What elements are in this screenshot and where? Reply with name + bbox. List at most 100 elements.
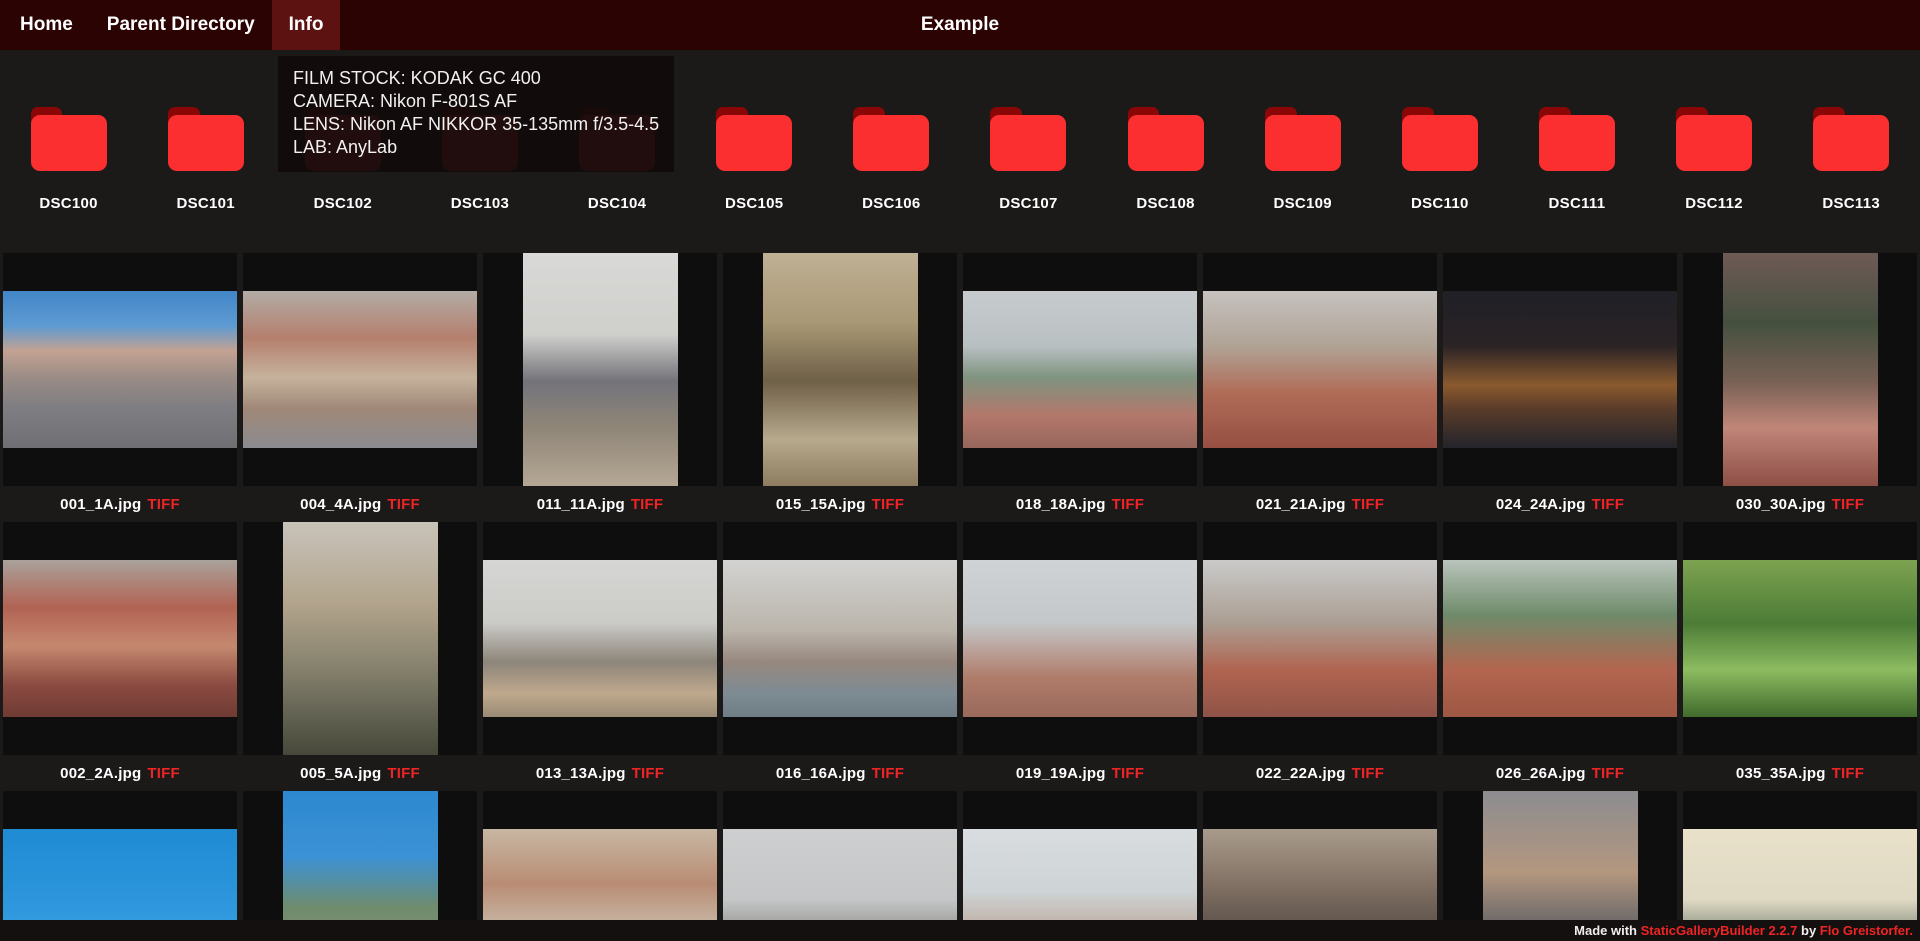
photo-tiff-link[interactable]: TIFF — [1112, 496, 1144, 513]
photo-thumbnail[interactable] — [1683, 791, 1917, 941]
folder-icon — [716, 107, 793, 171]
photo-thumbnail[interactable] — [963, 791, 1197, 941]
photo-label: 013_13A.jpg TIFF — [483, 755, 717, 791]
photo-thumbnail[interactable] — [1443, 253, 1677, 486]
photo-image — [963, 291, 1197, 448]
photo-image — [3, 560, 237, 717]
folder-label: DSC102 — [313, 195, 373, 212]
nav-item-home[interactable]: Home — [3, 0, 90, 50]
photo-tiff-link[interactable]: TIFF — [1352, 496, 1384, 513]
photo-label: 018_18A.jpg TIFF — [963, 486, 1197, 522]
footer-credit: Made with StaticGalleryBuilder 2.2.7 by … — [0, 920, 1920, 941]
photo-filename: 005_5A.jpg — [300, 764, 382, 782]
photo-card: 002_2A.jpg TIFF — [3, 522, 237, 791]
photo-thumbnail[interactable] — [723, 253, 957, 486]
photo-thumbnail[interactable] — [483, 522, 717, 755]
folder-item-dsc106[interactable]: DSC106 — [823, 107, 960, 212]
photo-thumbnail[interactable] — [243, 253, 477, 486]
folder-body-shape — [1813, 115, 1890, 171]
folder-item-dsc107[interactable]: DSC107 — [960, 107, 1097, 212]
folder-label: DSC109 — [1273, 195, 1332, 212]
photo-card: 013_13A.jpg TIFF — [483, 522, 717, 791]
folder-item-dsc101[interactable]: DSC101 — [137, 107, 274, 212]
photo-tiff-link[interactable]: TIFF — [1592, 765, 1624, 782]
folder-item-dsc100[interactable]: DSC100 — [0, 107, 137, 212]
footer-made-with-text: Made with — [1574, 923, 1641, 938]
photo-thumbnail[interactable] — [3, 253, 237, 486]
folder-icon — [990, 107, 1067, 171]
folder-body-shape — [716, 115, 793, 171]
photo-thumbnail[interactable] — [483, 791, 717, 941]
photo-filename: 013_13A.jpg — [535, 764, 626, 782]
folder-body-shape — [167, 115, 244, 171]
photo-thumbnail[interactable] — [243, 791, 477, 941]
photo-image — [1683, 560, 1917, 717]
photo-tiff-link[interactable]: TIFF — [632, 765, 664, 782]
footer-author-link[interactable]: Flo Greistorfer. — [1820, 923, 1913, 938]
folder-icon — [1401, 107, 1478, 171]
photo-thumbnail[interactable] — [723, 791, 957, 941]
photo-card: 001_1A.jpg TIFF — [3, 253, 237, 522]
folder-item-dsc108[interactable]: DSC108 — [1097, 107, 1234, 212]
photo-label: 004_4A.jpg TIFF — [243, 486, 477, 522]
photo-thumbnail[interactable] — [1683, 253, 1917, 486]
photo-filename: 018_18A.jpg — [1015, 495, 1106, 513]
folder-body-shape — [1264, 115, 1341, 171]
photo-thumbnail[interactable] — [1203, 522, 1437, 755]
nav-item-parent-directory[interactable]: Parent Directory — [90, 0, 272, 50]
photo-thumbnail[interactable] — [3, 522, 237, 755]
photo-tiff-link[interactable]: TIFF — [1832, 765, 1864, 782]
photo-tiff-link[interactable]: TIFF — [1832, 496, 1864, 513]
folder-item-dsc111[interactable]: DSC111 — [1508, 107, 1645, 212]
photo-label: 019_19A.jpg TIFF — [963, 755, 1197, 791]
photo-card — [483, 791, 717, 941]
photo-tiff-link[interactable]: TIFF — [147, 496, 179, 513]
photo-thumbnail[interactable] — [723, 522, 957, 755]
photo-thumbnail[interactable] — [483, 253, 717, 486]
photo-tiff-link[interactable]: TIFF — [387, 496, 419, 513]
photo-tiff-link[interactable]: TIFF — [387, 765, 419, 782]
folder-label: DSC104 — [587, 195, 647, 212]
photo-card: 011_11A.jpg TIFF — [483, 253, 717, 522]
photo-card — [1443, 791, 1677, 941]
photo-thumbnail[interactable] — [963, 253, 1197, 486]
photo-tiff-link[interactable]: TIFF — [1592, 496, 1624, 513]
folder-item-dsc109[interactable]: DSC109 — [1234, 107, 1371, 212]
folder-item-dsc110[interactable]: DSC110 — [1371, 107, 1508, 212]
photo-tiff-link[interactable]: TIFF — [872, 765, 904, 782]
folder-label: DSC111 — [1548, 195, 1606, 212]
folder-item-dsc105[interactable]: DSC105 — [686, 107, 823, 212]
photo-card — [723, 791, 957, 941]
photo-tiff-link[interactable]: TIFF — [1112, 765, 1144, 782]
folder-item-dsc113[interactable]: DSC113 — [1783, 107, 1920, 212]
nav-items: Home Parent Directory Info — [3, 0, 341, 50]
photo-tiff-link[interactable]: TIFF — [147, 765, 179, 782]
photo-thumbnail[interactable] — [1203, 791, 1437, 941]
footer-builder-link[interactable]: StaticGalleryBuilder 2.2.7 — [1641, 923, 1798, 938]
photo-thumbnail[interactable] — [243, 522, 477, 755]
folder-label: DSC100 — [39, 195, 98, 212]
photo-thumbnail[interactable] — [1443, 522, 1677, 755]
folder-label: DSC107 — [999, 195, 1058, 212]
photo-tiff-link[interactable]: TIFF — [1352, 765, 1384, 782]
folder-body-shape — [853, 115, 930, 171]
photo-thumbnail[interactable] — [963, 522, 1197, 755]
photo-image — [282, 791, 438, 941]
photo-thumbnail[interactable] — [1683, 522, 1917, 755]
photo-tiff-link[interactable]: TIFF — [631, 496, 663, 513]
photo-image — [1203, 291, 1437, 448]
photo-thumbnail[interactable] — [3, 791, 237, 941]
photo-image — [3, 291, 237, 448]
nav-item-info[interactable]: Info — [271, 0, 341, 50]
photo-thumbnail[interactable] — [1203, 253, 1437, 486]
photo-label: 026_26A.jpg TIFF — [1443, 755, 1677, 791]
photo-thumbnail[interactable] — [1443, 791, 1677, 941]
folder-body-shape — [1538, 115, 1615, 171]
photo-tiff-link[interactable]: TIFF — [872, 496, 904, 513]
photo-image — [963, 560, 1197, 717]
photo-card — [1683, 791, 1917, 941]
folder-body-shape — [30, 115, 107, 171]
folder-item-dsc112[interactable]: DSC112 — [1646, 107, 1783, 212]
top-navbar: Home Parent Directory Info Example — [0, 0, 1920, 50]
photo-filename: 022_22A.jpg — [1255, 764, 1346, 782]
